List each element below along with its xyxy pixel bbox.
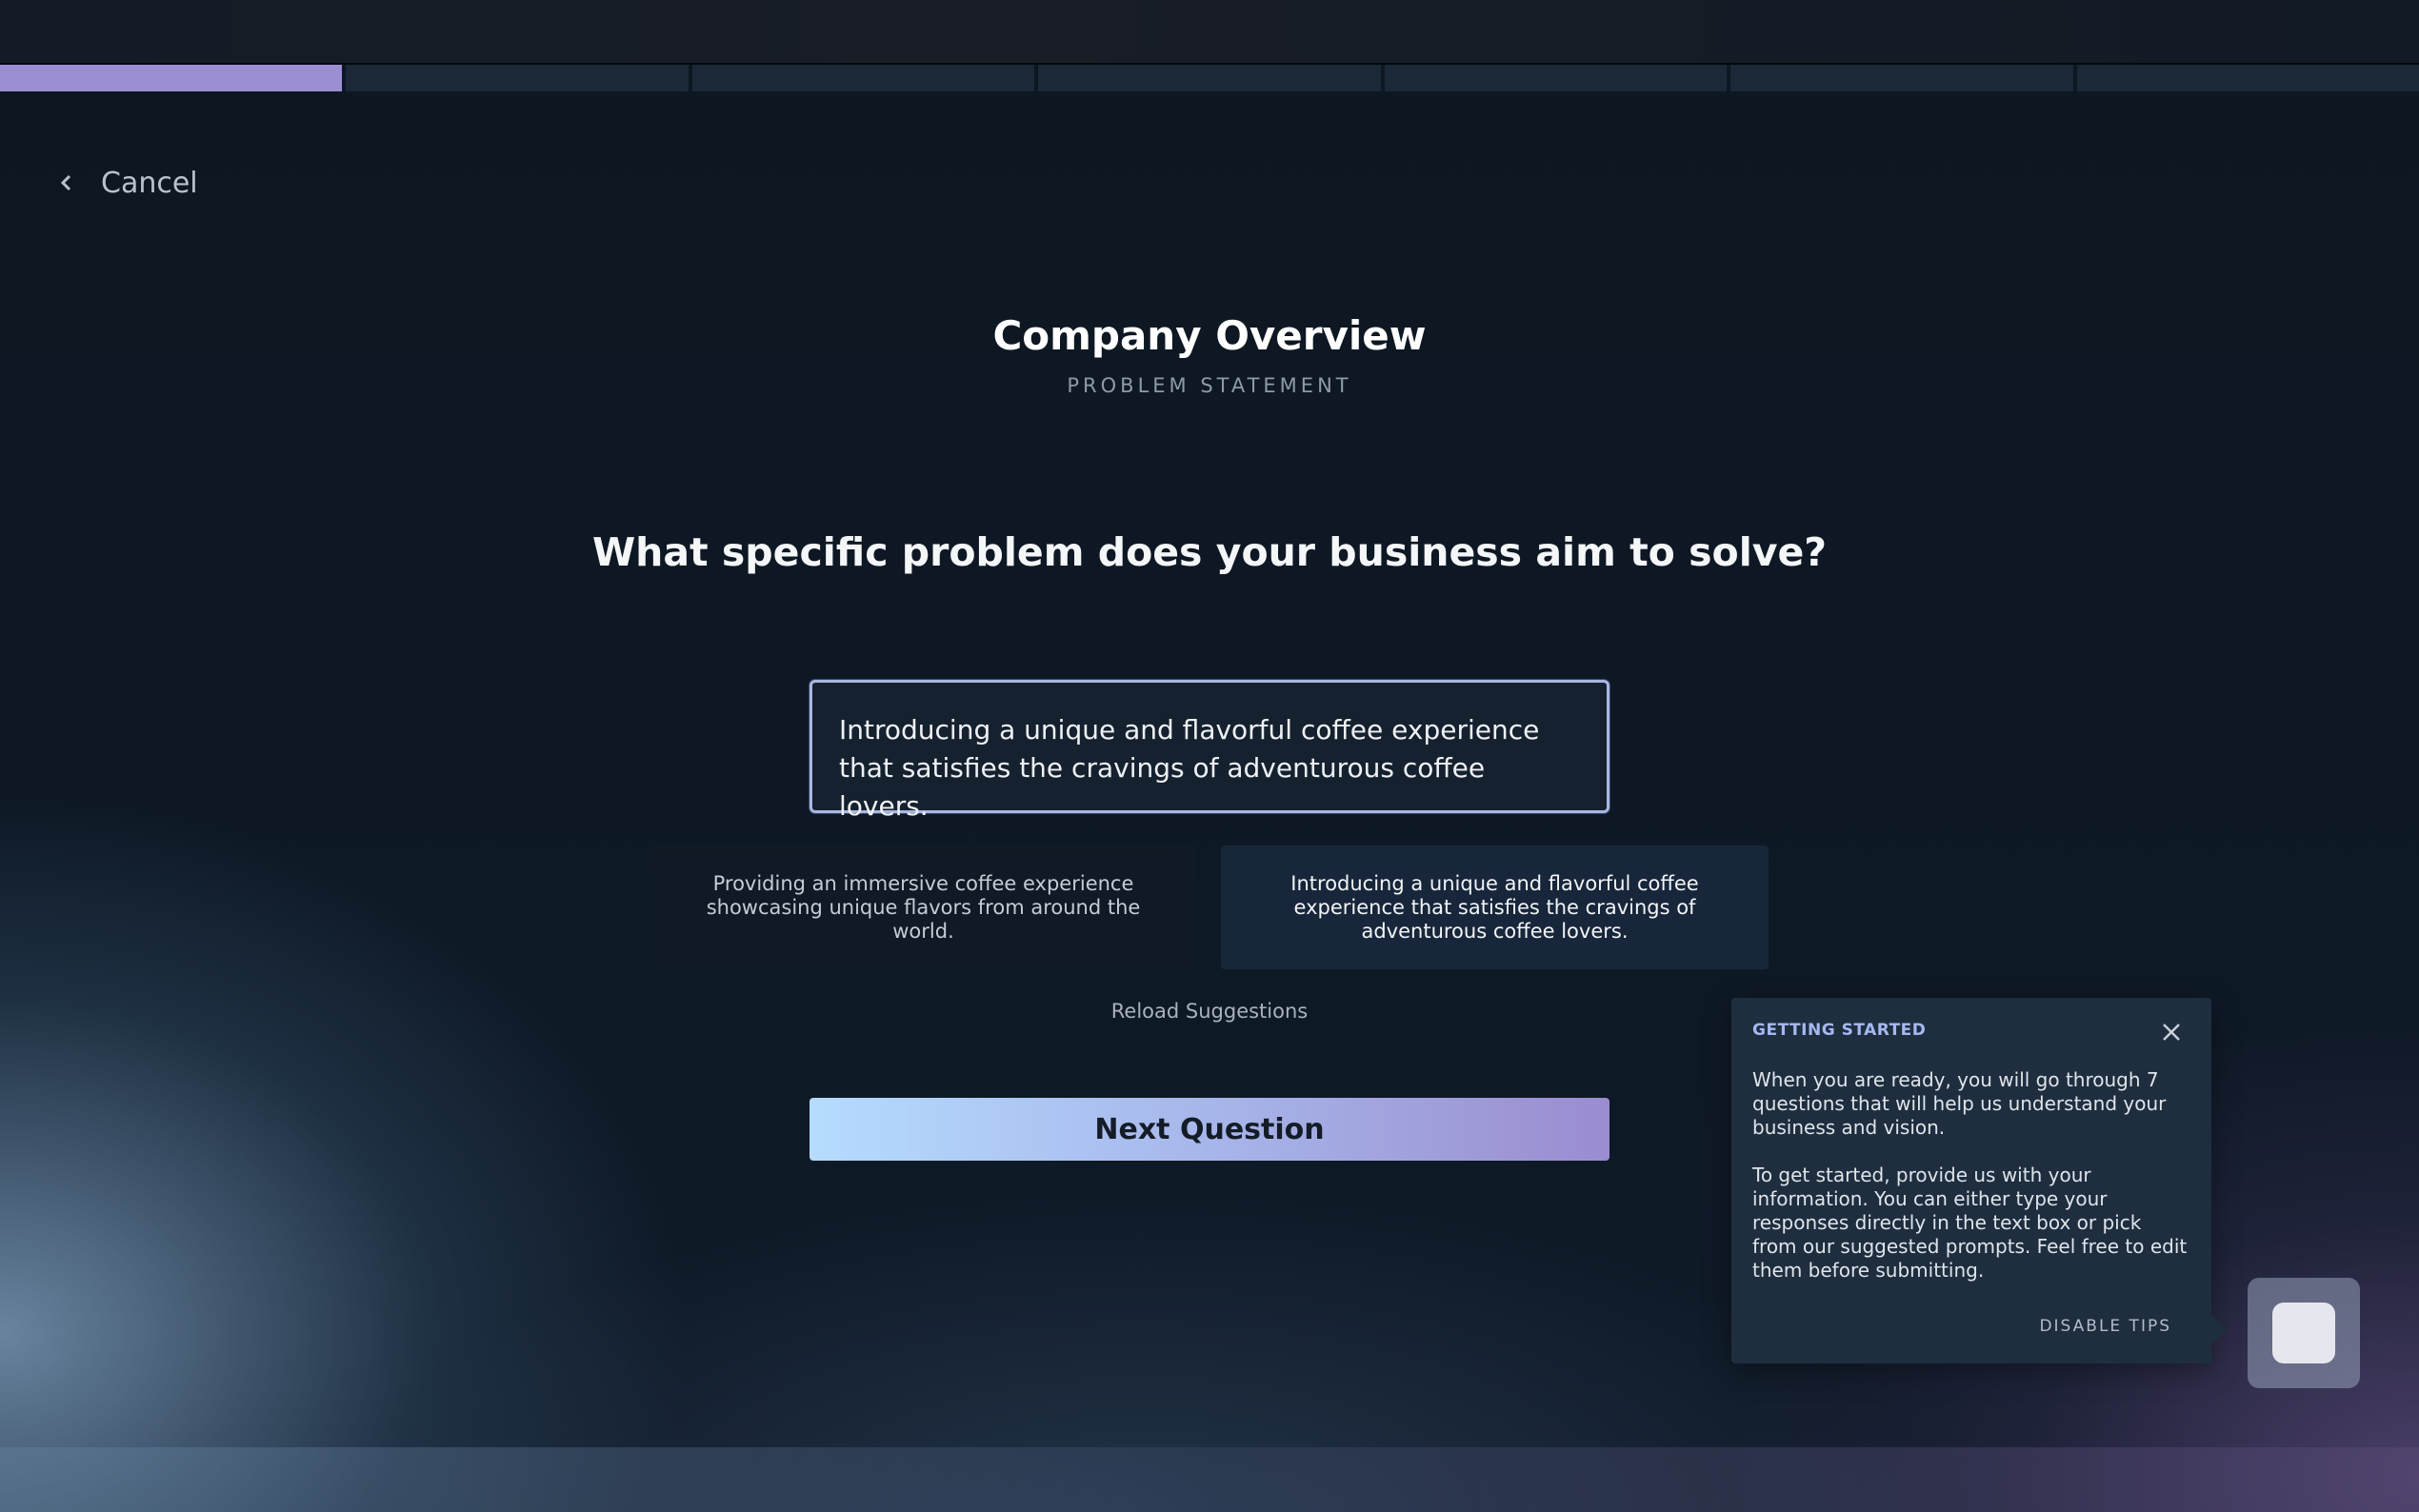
progress-segment bbox=[346, 65, 689, 91]
progress-segment bbox=[1038, 65, 1381, 91]
progress-segment bbox=[2076, 65, 2419, 91]
page-title: Company Overview bbox=[992, 312, 1427, 359]
progress-segment bbox=[1730, 65, 2073, 91]
next-question-button[interactable]: Next Question bbox=[810, 1098, 1609, 1161]
tips-paragraph: When you are ready, you will go through … bbox=[1752, 1068, 2167, 1139]
page-subtitle: PROBLEM STATEMENT bbox=[1067, 374, 1352, 397]
tips-panel: GETTING STARTED When you are ready, you … bbox=[1731, 998, 2227, 1363]
progress-segment bbox=[0, 65, 343, 91]
progress-segment bbox=[691, 65, 1035, 91]
cancel-button[interactable]: Cancel bbox=[57, 164, 198, 202]
tips-heading: GETTING STARTED bbox=[1752, 1021, 1927, 1040]
assistant-icon bbox=[2272, 1303, 2335, 1363]
bottom-strip bbox=[0, 1447, 2419, 1512]
cancel-label: Cancel bbox=[101, 166, 198, 200]
close-icon[interactable] bbox=[2156, 1017, 2187, 1047]
question-text: What specific problem does your business… bbox=[591, 529, 1828, 575]
top-bar bbox=[0, 0, 2419, 65]
assistant-button[interactable] bbox=[2248, 1278, 2360, 1388]
disable-tips-button[interactable]: DISABLE TIPS bbox=[2039, 1317, 2171, 1336]
suggestion-card[interactable]: Providing an immersive coffee experience… bbox=[650, 846, 1197, 969]
tips-paragraph: To get started, provide us with your inf… bbox=[1752, 1164, 2188, 1282]
suggestion-card-selected[interactable]: Introducing a unique and flavorful coffe… bbox=[1221, 846, 1769, 969]
tips-body: When you are ready, you will go through … bbox=[1752, 1068, 2190, 1283]
answer-input[interactable]: Introducing a unique and flavorful coffe… bbox=[810, 680, 1609, 822]
progress-bar bbox=[0, 65, 2419, 91]
chevron-left-icon bbox=[60, 174, 71, 191]
progress-segment bbox=[1384, 65, 1728, 91]
